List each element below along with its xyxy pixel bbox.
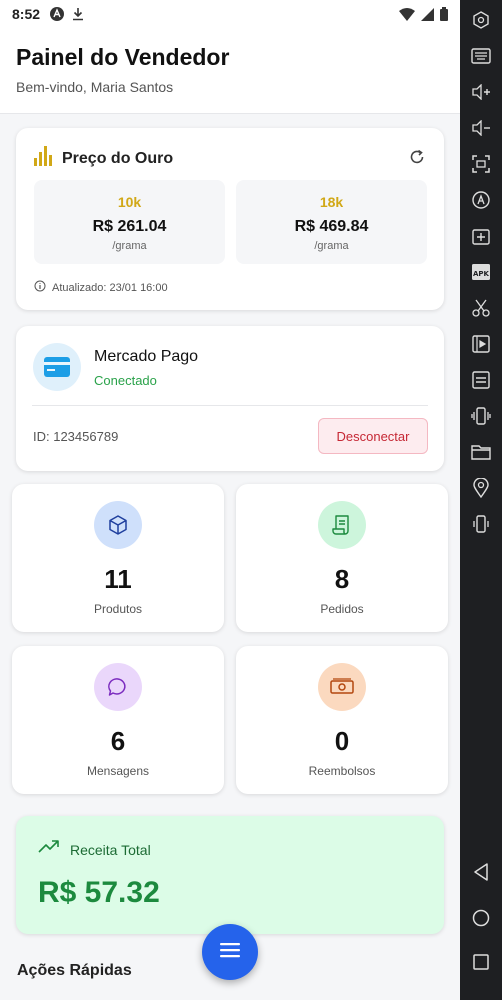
gold-price-card: Preço do Ouro 10k R$ 261.04 /grama 18k R… [16,128,444,310]
karat-label: 18k [319,194,344,210]
karat-label: 10k [117,194,142,210]
power-icon[interactable] [469,8,493,32]
status-time: 8:52 [12,6,41,22]
folder-icon[interactable] [469,440,493,464]
location-pin-icon[interactable] [469,476,493,500]
trending-up-icon [38,840,60,859]
price-unit: /grama [314,240,349,252]
app-notification-icon [50,7,65,21]
home-nav-icon[interactable] [469,906,493,930]
chat-bubble-icon [94,663,142,711]
account-id: ID: 123456789 [33,429,119,444]
emulator-toolbar: APK [460,0,502,1000]
media-player-icon[interactable] [469,332,493,356]
quick-actions-title: Ações Rápidas [17,962,132,979]
info-icon [34,280,46,295]
stat-card-orders[interactable]: 8 Pedidos [236,484,448,632]
download-icon [72,7,84,21]
back-nav-icon[interactable] [469,860,493,884]
updated-text: Atualizado: 23/01 16:00 [52,281,168,294]
menu-icon [220,942,240,963]
price-value: R$ 261.04 [92,218,167,235]
refresh-icon[interactable] [408,148,428,168]
gold-price-18k: 18k R$ 469.84 /grama [236,180,427,264]
stat-label: Reembolsos [308,764,376,778]
vibration-icon[interactable] [469,404,493,428]
updated-info: Atualizado: 23/01 16:00 [34,280,168,295]
receipt-icon [318,501,366,549]
divider [32,405,428,406]
total-revenue-card: Receita Total R$ 57.32 [16,816,444,934]
recents-nav-icon[interactable] [469,950,493,974]
credit-card-icon [33,343,81,391]
stat-value: 0 [334,726,350,756]
stat-card-products[interactable]: 11 Produtos [12,484,224,632]
svg-text:APK: APK [473,270,490,278]
signal-icon [421,7,434,21]
stat-label: Produtos [93,602,143,616]
page-title: Painel do Vendedor [16,44,230,70]
settings-panel-icon[interactable] [469,368,493,392]
dashboard-content[interactable]: Preço do Ouro 10k R$ 261.04 /grama 18k R… [0,114,460,1000]
scissors-icon[interactable] [469,296,493,320]
battery-icon [440,7,448,21]
stat-card-messages[interactable]: 6 Mensagens [12,646,224,794]
stat-label: Pedidos [320,602,364,616]
price-unit: /grama [112,240,147,252]
revenue-value: R$ 57.32 [38,876,160,909]
volume-up-icon[interactable] [469,80,493,104]
screenshot-frame-icon[interactable] [469,152,493,176]
phone-rotate-icon[interactable] [469,512,493,536]
disconnect-button[interactable]: Desconectar [318,418,428,454]
welcome-text: Bem-vindo, Maria Santos [16,79,174,95]
app-header: Painel do Vendedor Bem-vindo, Maria Sant… [0,28,460,114]
keyboard-icon[interactable] [469,44,493,68]
wifi-icon [399,7,415,21]
connection-status: Conectado [94,373,157,388]
provider-name: Mercado Pago [94,348,199,365]
stat-card-refunds[interactable]: 0 Reembolsos [236,646,448,794]
apk-icon[interactable]: APK [469,260,493,284]
stat-value: 11 [104,564,132,594]
gold-price-10k: 10k R$ 261.04 /grama [34,180,225,264]
rotate-icon[interactable] [469,188,493,212]
revenue-title: Receita Total [70,841,151,858]
status-bar: 8:52 [0,0,460,28]
volume-down-icon[interactable] [469,116,493,140]
install-apk-icon[interactable] [469,224,493,248]
stat-value: 6 [110,726,126,756]
menu-fab-button[interactable] [202,924,258,980]
mercado-pago-card: Mercado Pago Conectado ID: 123456789 Des… [16,326,444,471]
bar-chart-icon [34,146,52,171]
stat-label: Mensagens [86,764,150,778]
stat-value: 8 [334,564,350,594]
gold-card-title: Preço do Ouro [62,149,174,167]
box-icon [94,501,142,549]
price-value: R$ 469.84 [294,218,369,235]
money-icon [318,663,366,711]
